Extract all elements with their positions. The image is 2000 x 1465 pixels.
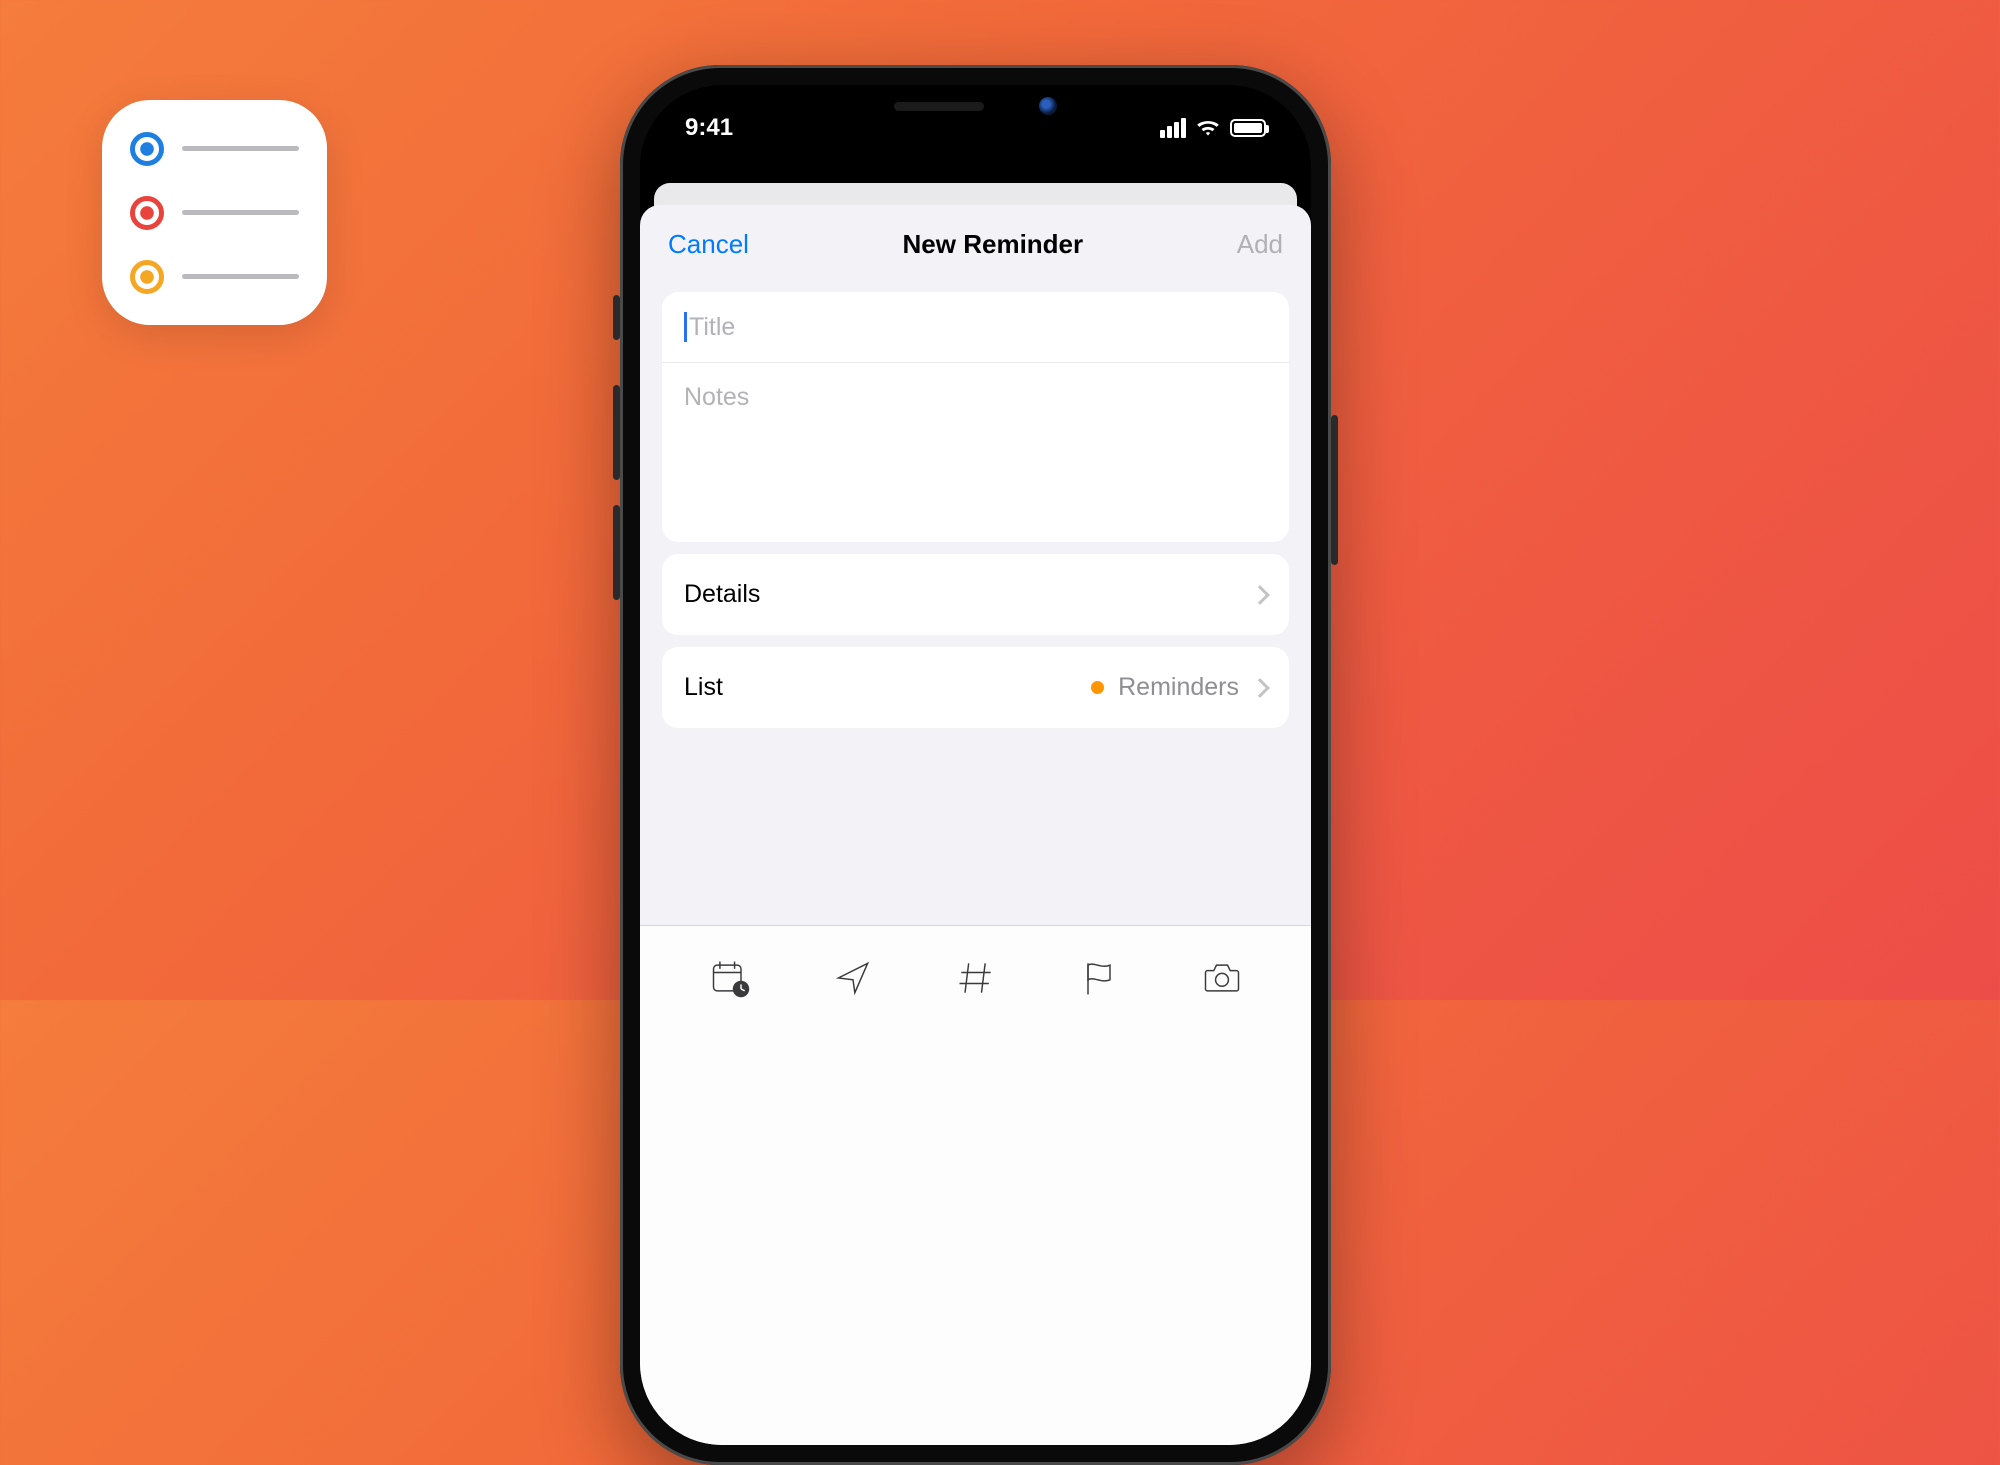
wifi-icon [1195, 118, 1221, 138]
icon-row [130, 132, 299, 166]
status-time: 9:41 [685, 114, 733, 142]
location-arrow-icon[interactable] [818, 950, 888, 1006]
title-input[interactable]: Title [662, 292, 1289, 362]
hashtag-icon[interactable] [941, 950, 1011, 1006]
bullet-blue-icon [130, 132, 164, 166]
camera-icon[interactable] [1187, 950, 1257, 1006]
notch [836, 85, 1116, 127]
status-right [1160, 118, 1266, 138]
bullet-orange-icon [130, 260, 164, 294]
notes-input[interactable]: Notes [662, 362, 1289, 542]
front-camera-icon [1039, 97, 1057, 115]
text-cursor-icon [684, 312, 687, 342]
add-button[interactable]: Add [1237, 229, 1283, 260]
chevron-right-icon [1250, 585, 1270, 605]
sheet-nav-bar: Cancel New Reminder Add [640, 205, 1311, 280]
icon-row [130, 196, 299, 230]
screen: 9:41 Cancel New Reminder Add [640, 85, 1311, 1445]
list-value: Reminders [1118, 673, 1239, 702]
list-color-dot-icon [1091, 681, 1104, 694]
reminders-app-icon [102, 100, 327, 325]
icon-line [182, 274, 299, 279]
volume-up-button [613, 385, 620, 480]
earpiece-speaker [894, 102, 984, 111]
cellular-signal-icon [1160, 118, 1186, 138]
new-reminder-sheet: Cancel New Reminder Add Title Notes Deta… [640, 205, 1311, 1445]
battery-icon [1230, 119, 1266, 137]
list-card: List Reminders [662, 647, 1289, 728]
title-placeholder: Title [689, 313, 735, 342]
details-card: Details [662, 554, 1289, 635]
volume-down-button [613, 505, 620, 600]
details-label: Details [684, 580, 760, 609]
sheet-title: New Reminder [903, 229, 1084, 260]
icon-line [182, 210, 299, 215]
iphone-frame: 9:41 Cancel New Reminder Add [620, 65, 1331, 1465]
cancel-button[interactable]: Cancel [668, 229, 749, 260]
icon-line [182, 146, 299, 151]
title-notes-card: Title Notes [662, 292, 1289, 542]
chevron-right-icon [1250, 678, 1270, 698]
list-row[interactable]: List Reminders [662, 647, 1289, 728]
calendar-clock-icon[interactable] [695, 950, 765, 1006]
icon-row [130, 260, 299, 294]
keyboard-accessory-bar [640, 925, 1311, 1445]
details-row[interactable]: Details [662, 554, 1289, 635]
power-button [1331, 415, 1338, 565]
list-label: List [684, 673, 723, 702]
silence-switch [613, 295, 620, 340]
flag-icon[interactable] [1064, 950, 1134, 1006]
notes-placeholder: Notes [684, 383, 749, 411]
bullet-red-icon [130, 196, 164, 230]
